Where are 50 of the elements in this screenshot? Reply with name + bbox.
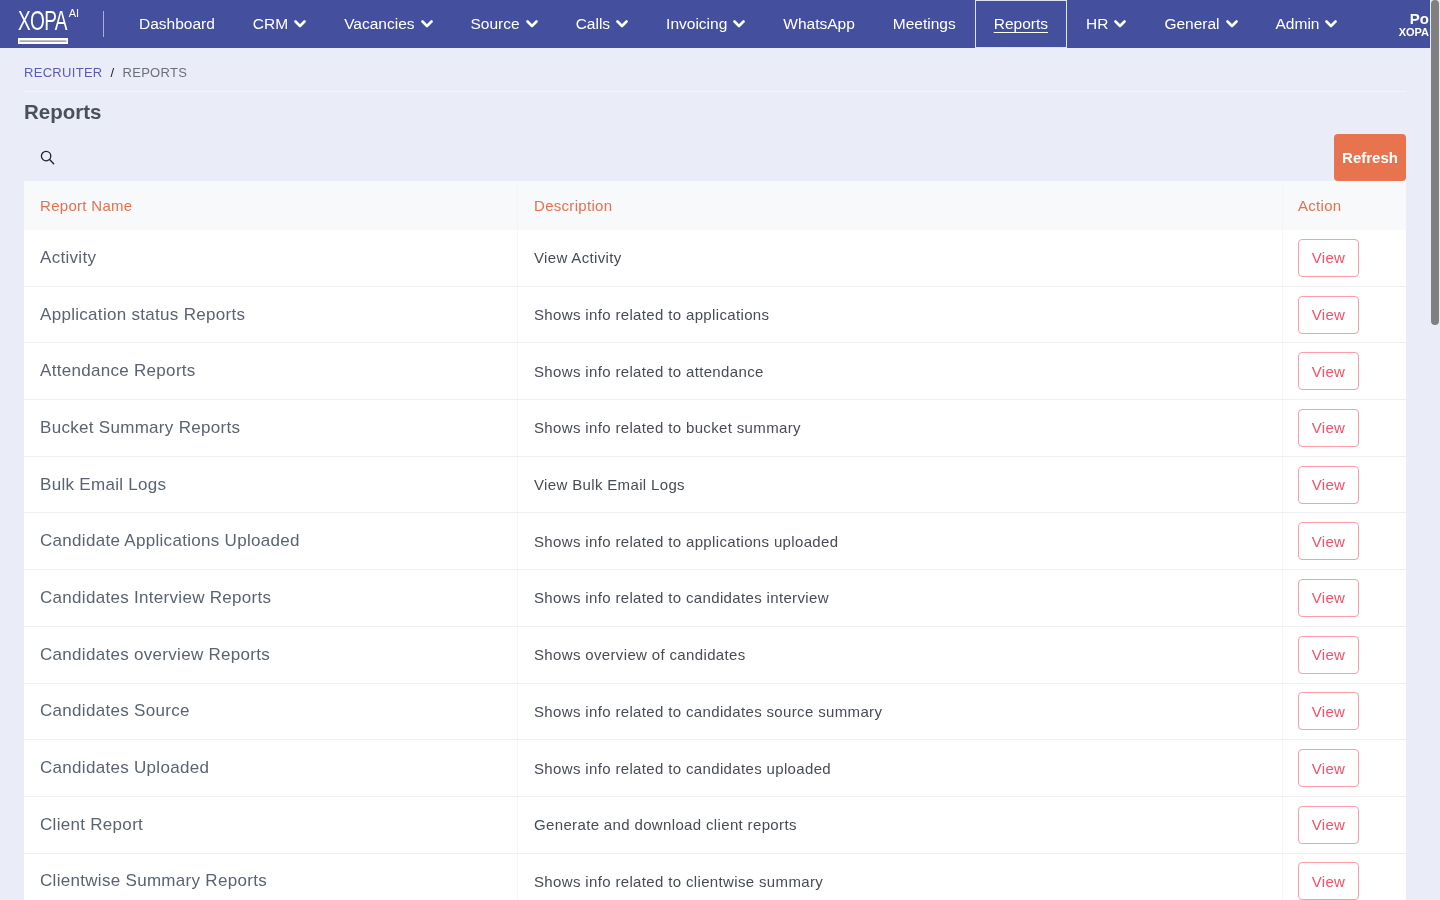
nav-menu-item[interactable]: Calls — [556, 0, 648, 48]
description-cell: Shows info related to clientwise summary — [517, 853, 1282, 900]
report-name-cell-text: Bucket Summary Reports — [39, 416, 242, 439]
logo-tagline-icon — [18, 38, 68, 44]
description-cell: Shows info related to attendance — [517, 343, 1282, 400]
logo-wordmark[interactable]: XOPA — [18, 6, 67, 36]
description-cell: Shows info related to candidates uploaded — [517, 740, 1282, 796]
logo-superscript: AI — [68, 7, 80, 19]
nav-menu-item[interactable]: Meetings — [873, 0, 975, 48]
nav-menu-item[interactable]: Invoicing — [647, 0, 765, 48]
search-icon[interactable] — [40, 149, 55, 165]
nav-menu-item[interactable]: Admin — [1256, 0, 1357, 48]
nav-menu-item[interactable]: Reports — [974, 0, 1067, 48]
description-cell: Shows info related to candidates interview — [517, 570, 1282, 626]
description-cell: Shows info related to applications uploaded — [517, 513, 1282, 570]
report-name-cell-text: Candidate Applications Uploaded — [39, 530, 301, 553]
description-cell: View Bulk Email Logs — [517, 456, 1282, 513]
description-cell: Shows info related to applications — [517, 286, 1282, 343]
breadcrumb-separator: / — [110, 65, 115, 80]
report-name-cell-text: Candidates Interview Reports — [39, 586, 273, 609]
report-name-cell-text: Attendance Reports — [39, 360, 197, 383]
report-name-cell-text: Candidates overview Reports — [39, 643, 272, 666]
report-name-cell-text: Bulk Email Logs — [39, 473, 168, 496]
nav-menu-item[interactable]: Dashboard — [120, 0, 234, 48]
column-header: Report Name — [39, 196, 134, 216]
description-cell: View Activity — [517, 230, 1282, 286]
user-name[interactable]: Po — [1409, 10, 1429, 26]
page-title: Reports — [24, 100, 103, 124]
nav-menu-item[interactable]: Vacancies — [325, 0, 452, 48]
description-cell: Generate and download client reports — [517, 796, 1282, 853]
report-name-cell-text: Client Report — [39, 813, 145, 836]
report-name-cell-text: Candidates Source — [39, 700, 191, 723]
nav-menu-item[interactable]: CRM — [233, 0, 326, 48]
nav-menu-item[interactable]: General — [1145, 0, 1257, 48]
report-name-cell-text: Clientwise Summary Reports — [39, 870, 268, 893]
column-header: Action — [1282, 181, 1406, 230]
description-cell: Shows overview of candidates — [517, 626, 1282, 683]
breadcrumb-current: REPORTS — [122, 65, 188, 80]
description-cell: Shows info related to bucket summary — [517, 400, 1282, 456]
nav-menu-item[interactable]: Source — [451, 0, 557, 48]
report-name-cell-text: Candidates Uploaded — [39, 757, 211, 780]
report-name-cell-text: Activity — [39, 246, 98, 269]
report-name-cell-text: Application status Reports — [39, 303, 247, 326]
nav-menu-item[interactable]: HR — [1067, 0, 1146, 48]
user-organization: XOPA — [1398, 26, 1429, 38]
nav-menu-item[interactable]: WhatsApp — [764, 0, 874, 48]
description-cell: Shows info related to candidates source summary — [517, 683, 1282, 740]
scrollbar-thumb[interactable] — [1431, 0, 1439, 325]
column-header: Description — [517, 181, 1282, 230]
breadcrumb-link[interactable]: RECRUITER — [24, 65, 103, 80]
